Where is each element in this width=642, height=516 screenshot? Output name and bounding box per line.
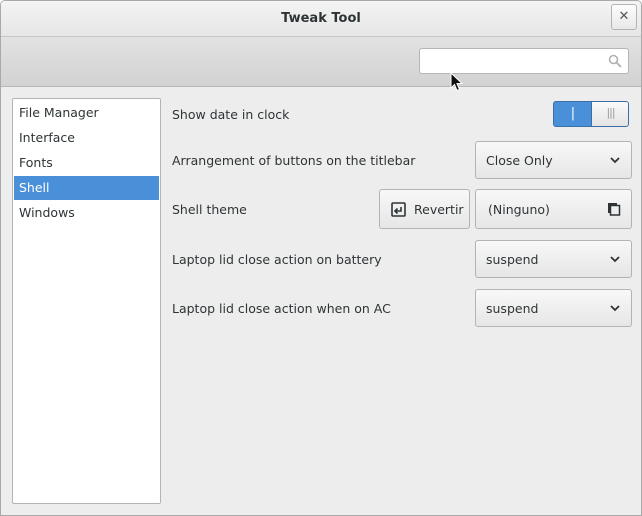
shell-theme-chooser[interactable]: (Ninguno) xyxy=(475,189,632,229)
sidebar-item-file-manager[interactable]: File Manager xyxy=(14,101,159,125)
show-date-switch[interactable]: | ||| xyxy=(553,101,629,127)
mouse-cursor-icon xyxy=(450,72,464,92)
titlebar-buttons-combo[interactable]: Close Only xyxy=(475,141,632,179)
lid-ac-combo[interactable]: suspend xyxy=(475,289,632,327)
document-icon xyxy=(608,203,621,216)
close-button[interactable]: ✕ xyxy=(611,4,637,30)
chevron-down-icon xyxy=(610,256,620,263)
titlebar-buttons-label: Arrangement of buttons on the titlebar xyxy=(172,153,416,168)
sidebar-item-fonts[interactable]: Fonts xyxy=(14,151,159,175)
sidebar-item-shell[interactable]: Shell xyxy=(14,176,159,200)
titlebar-buttons-value: Close Only xyxy=(486,153,553,168)
lid-battery-value: suspend xyxy=(486,252,539,267)
switch-knob[interactable]: ||| xyxy=(591,102,628,126)
show-date-label: Show date in clock xyxy=(172,107,290,122)
sidebar-item-windows[interactable]: Windows xyxy=(14,201,159,225)
chevron-down-icon xyxy=(610,305,620,312)
lid-ac-label: Laptop lid close action when on AC xyxy=(172,301,391,316)
lid-ac-value: suspend xyxy=(486,301,539,316)
lid-battery-label: Laptop lid close action on battery xyxy=(172,252,382,267)
toolbar xyxy=(1,37,641,87)
titlebar[interactable]: Tweak Tool ✕ xyxy=(1,1,641,37)
search-input[interactable] xyxy=(420,49,600,73)
window-title: Tweak Tool xyxy=(281,11,361,26)
shell-theme-value: (Ninguno) xyxy=(488,202,550,217)
tweak-tool-window: Tweak Tool ✕ File Manager Interface Font… xyxy=(0,0,642,516)
search-icon xyxy=(608,54,622,68)
close-icon: ✕ xyxy=(618,9,630,24)
category-sidebar: File Manager Interface Fonts Shell Windo… xyxy=(12,98,161,504)
lid-battery-combo[interactable]: suspend xyxy=(475,240,632,278)
switch-on-indicator: | xyxy=(570,106,576,121)
revert-label: Revertir xyxy=(414,202,464,217)
chevron-down-icon xyxy=(610,157,620,164)
search-box[interactable] xyxy=(419,48,629,74)
sidebar-item-interface[interactable]: Interface xyxy=(14,126,159,150)
shell-theme-label: Shell theme xyxy=(172,202,247,217)
revert-button[interactable]: Revertir xyxy=(379,189,470,229)
revert-icon xyxy=(391,202,406,217)
